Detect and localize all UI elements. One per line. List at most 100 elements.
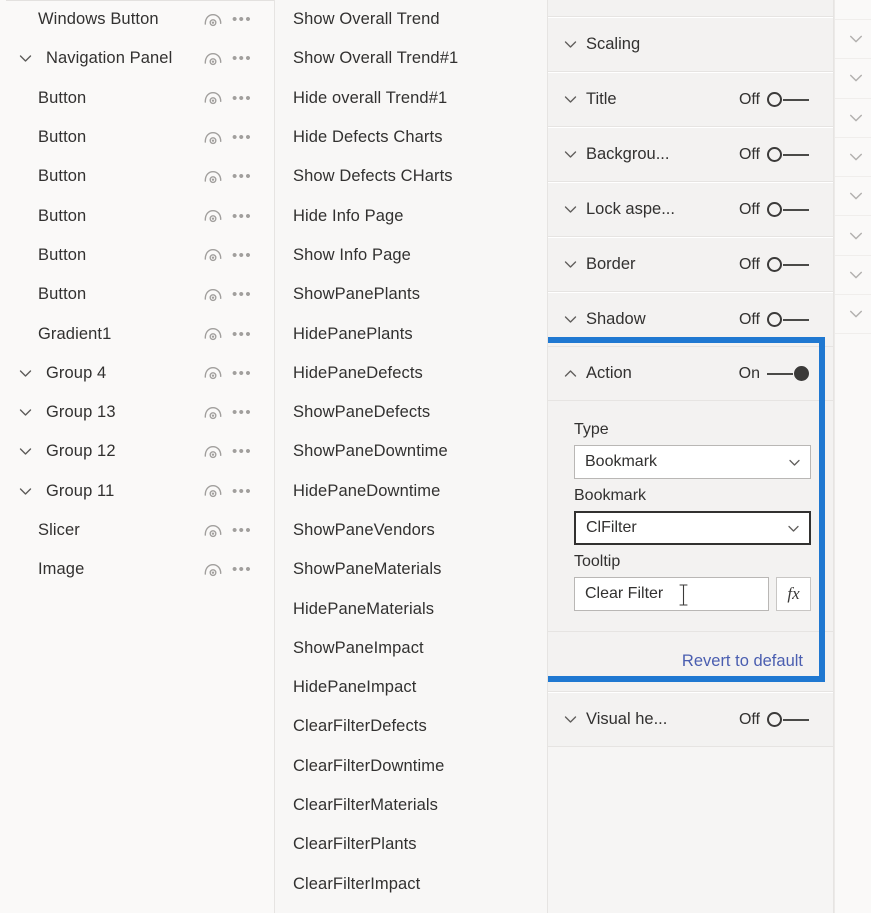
- action-switch[interactable]: [767, 365, 809, 383]
- bookmark-item[interactable]: HidePanePlants: [275, 314, 547, 353]
- ellipsis-icon[interactable]: •••: [232, 12, 252, 27]
- eye-icon[interactable]: [203, 287, 223, 303]
- bookmark-item[interactable]: HidePaneMaterials: [275, 589, 547, 628]
- visual-header-switch[interactable]: [767, 711, 809, 729]
- chevron-down-icon[interactable]: [847, 266, 865, 284]
- format-section-header[interactable]: Shadow Off: [548, 293, 833, 346]
- toggle-switch[interactable]: [767, 146, 809, 164]
- chevron-down-icon[interactable]: [14, 50, 36, 67]
- format-section-header[interactable]: Lock aspe... Off: [548, 183, 833, 236]
- eye-icon[interactable]: [203, 326, 223, 342]
- layer-row[interactable]: Group 11 •••: [0, 472, 274, 511]
- eye-icon[interactable]: [203, 247, 223, 263]
- ellipsis-icon[interactable]: •••: [232, 51, 252, 66]
- ellipsis-icon[interactable]: •••: [232, 366, 252, 381]
- eye-icon[interactable]: [203, 483, 223, 499]
- tooltip-input[interactable]: Clear Filter: [574, 577, 769, 611]
- field-table-row[interactable]: [835, 0, 871, 20]
- chevron-down-icon[interactable]: [847, 69, 865, 87]
- ellipsis-icon[interactable]: •••: [232, 91, 252, 106]
- revert-to-default-link[interactable]: Revert to default: [682, 652, 803, 671]
- bookmark-item[interactable]: ShowPaneImpact: [275, 629, 547, 668]
- ellipsis-icon[interactable]: •••: [232, 405, 252, 420]
- action-section-header[interactable]: Action On: [548, 347, 833, 400]
- chevron-down-icon[interactable]: [562, 91, 586, 108]
- eye-icon[interactable]: [203, 130, 223, 146]
- chevron-down-icon[interactable]: [14, 483, 36, 500]
- layer-row[interactable]: Button •••: [0, 118, 274, 157]
- eye-icon[interactable]: [203, 405, 223, 421]
- layer-row[interactable]: Group 4 •••: [0, 354, 274, 393]
- bookmark-item[interactable]: ShowPaneDefects: [275, 393, 547, 432]
- format-section-toggle[interactable]: Off: [739, 311, 817, 329]
- chevron-down-icon[interactable]: [562, 36, 586, 53]
- ellipsis-icon[interactable]: •••: [232, 484, 252, 499]
- field-table-row[interactable]: [835, 99, 871, 138]
- bookmark-item[interactable]: ShowPanePlants: [275, 275, 547, 314]
- eye-icon[interactable]: [203, 523, 223, 539]
- eye-icon[interactable]: [203, 444, 223, 460]
- layer-row[interactable]: Slicer •••: [0, 511, 274, 550]
- bookmark-item[interactable]: ShowNavPanel: [275, 904, 547, 913]
- toggle-switch[interactable]: [767, 91, 809, 109]
- fx-button[interactable]: fx: [776, 577, 811, 611]
- layer-row[interactable]: Button •••: [0, 79, 274, 118]
- bookmark-item[interactable]: ClearFilterDowntime: [275, 747, 547, 786]
- layer-row[interactable]: Button •••: [0, 236, 274, 275]
- format-section-toggle[interactable]: Off: [739, 146, 817, 164]
- bookmark-item[interactable]: ShowPaneDowntime: [275, 432, 547, 471]
- visual-header-toggle[interactable]: Off: [739, 711, 817, 729]
- bookmark-item[interactable]: ClearFilterMaterials: [275, 786, 547, 825]
- field-table-row[interactable]: [835, 256, 871, 296]
- bookmark-item[interactable]: ShowPaneVendors: [275, 511, 547, 550]
- chevron-down-icon[interactable]: [847, 148, 865, 166]
- layer-row[interactable]: Windows Button •••: [0, 0, 274, 39]
- field-table-row[interactable]: [835, 59, 871, 99]
- ellipsis-icon[interactable]: •••: [232, 327, 252, 342]
- layer-row[interactable]: Navigation Panel •••: [0, 39, 274, 78]
- bookmark-item[interactable]: Hide Defects Charts: [275, 118, 547, 157]
- chevron-down-icon[interactable]: [786, 521, 801, 536]
- chevron-down-icon[interactable]: [562, 256, 586, 273]
- bookmark-item[interactable]: ShowPaneMaterials: [275, 550, 547, 589]
- ellipsis-icon[interactable]: •••: [232, 562, 252, 577]
- eye-icon[interactable]: [203, 51, 223, 67]
- bookmark-item[interactable]: Hide Info Page: [275, 196, 547, 235]
- bookmark-item[interactable]: ClearFilterDefects: [275, 707, 547, 746]
- ellipsis-icon[interactable]: •••: [232, 248, 252, 263]
- layer-row[interactable]: Button •••: [0, 275, 274, 314]
- chevron-down-icon[interactable]: [847, 305, 865, 323]
- bookmark-item[interactable]: ClearFilterImpact: [275, 865, 547, 904]
- toggle-switch[interactable]: [767, 201, 809, 219]
- bookmark-item[interactable]: HidePaneDefects: [275, 354, 547, 393]
- bookmark-item[interactable]: HidePaneDowntime: [275, 472, 547, 511]
- format-section-toggle[interactable]: Off: [739, 256, 817, 274]
- eye-icon[interactable]: [203, 365, 223, 381]
- ellipsis-icon[interactable]: •••: [232, 287, 252, 302]
- field-table-row[interactable]: [835, 216, 871, 256]
- layer-row[interactable]: Group 12 •••: [0, 432, 274, 471]
- ellipsis-icon[interactable]: •••: [232, 523, 252, 538]
- eye-icon[interactable]: [203, 562, 223, 578]
- bookmark-item[interactable]: ClearFilterPlants: [275, 825, 547, 864]
- field-table-row[interactable]: [835, 20, 871, 60]
- toggle-switch[interactable]: [767, 311, 809, 329]
- format-section-toggle[interactable]: Off: [739, 91, 817, 109]
- ellipsis-icon[interactable]: •••: [232, 130, 252, 145]
- field-table-row[interactable]: [835, 295, 871, 335]
- layer-row[interactable]: Gradient1 •••: [0, 314, 274, 353]
- format-section-header[interactable]: Scaling: [548, 18, 833, 71]
- chevron-down-icon[interactable]: [787, 455, 802, 470]
- chevron-down-icon[interactable]: [562, 201, 586, 218]
- action-toggle[interactable]: On: [739, 365, 817, 383]
- chevron-down-icon[interactable]: [847, 109, 865, 127]
- type-dropdown[interactable]: Bookmark: [574, 445, 811, 479]
- field-table-row[interactable]: [835, 177, 871, 217]
- bookmark-item[interactable]: Show Info Page: [275, 236, 547, 275]
- bookmark-item[interactable]: Show Overall Trend#1: [275, 39, 547, 78]
- ellipsis-icon[interactable]: •••: [232, 444, 252, 459]
- bookmark-item[interactable]: HidePaneImpact: [275, 668, 547, 707]
- chevron-down-icon[interactable]: [14, 365, 36, 382]
- chevron-down-icon[interactable]: [14, 443, 36, 460]
- layer-row[interactable]: Group 13 •••: [0, 393, 274, 432]
